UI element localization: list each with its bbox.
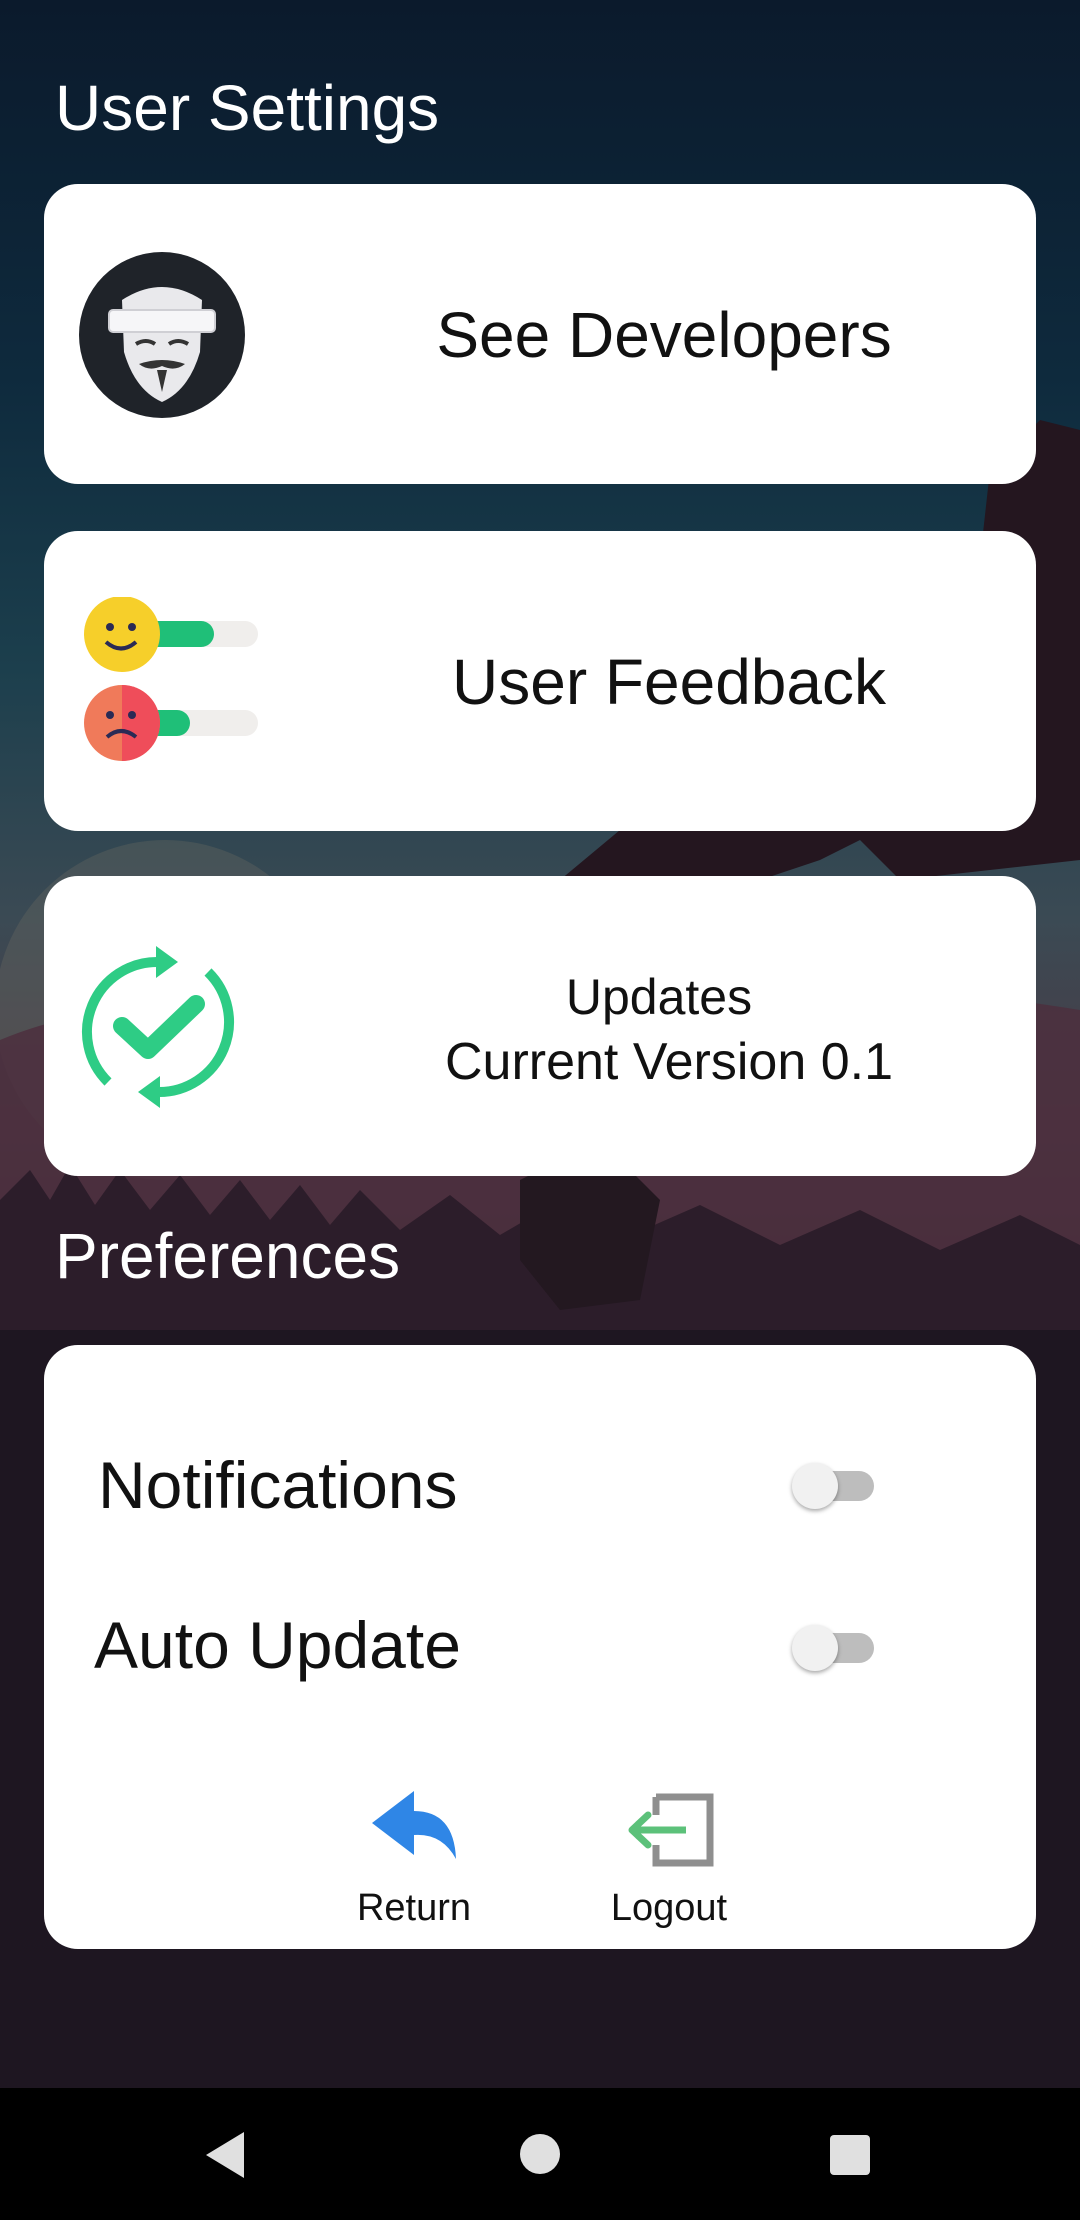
user-feedback-label: User Feedback (452, 646, 886, 718)
notifications-label: Notifications (98, 1448, 458, 1522)
notifications-toggle[interactable] (792, 1463, 880, 1509)
return-label: Return (356, 1887, 472, 1929)
see-developers-card[interactable]: See Developers (44, 184, 1036, 484)
return-arrow-icon (372, 1791, 456, 1859)
logout-button[interactable]: Logout (584, 1793, 754, 1943)
back-icon[interactable] (200, 2128, 250, 2182)
feedback-sliders-icon (82, 596, 260, 767)
updates-card[interactable]: Updates Current Version 0.1 (44, 876, 1036, 1176)
auto-update-toggle[interactable] (792, 1625, 880, 1671)
refresh-check-icon (78, 942, 238, 1112)
home-icon[interactable] (519, 2133, 561, 2175)
toggle-thumb (792, 1625, 838, 1671)
logout-label: Logout (610, 1887, 728, 1929)
preferences-title: Preferences (55, 1220, 401, 1292)
return-button[interactable]: Return (334, 1787, 494, 1937)
see-developers-label: See Developers (436, 299, 892, 371)
recents-icon[interactable] (829, 2134, 871, 2176)
auto-update-label: Auto Update (94, 1608, 461, 1682)
logout-exit-icon (628, 1793, 714, 1867)
anonymous-mask-avatar-icon (79, 252, 245, 418)
user-feedback-card[interactable]: User Feedback (44, 531, 1036, 831)
page-title: User Settings (55, 72, 440, 144)
current-version-label: Current Version 0.1 (444, 1033, 894, 1091)
system-navigation-bar (0, 2088, 1080, 2220)
preferences-card: Notifications Auto Update Return Logout (44, 1345, 1036, 1949)
updates-label: Updates (565, 969, 753, 1025)
toggle-thumb (792, 1463, 838, 1509)
